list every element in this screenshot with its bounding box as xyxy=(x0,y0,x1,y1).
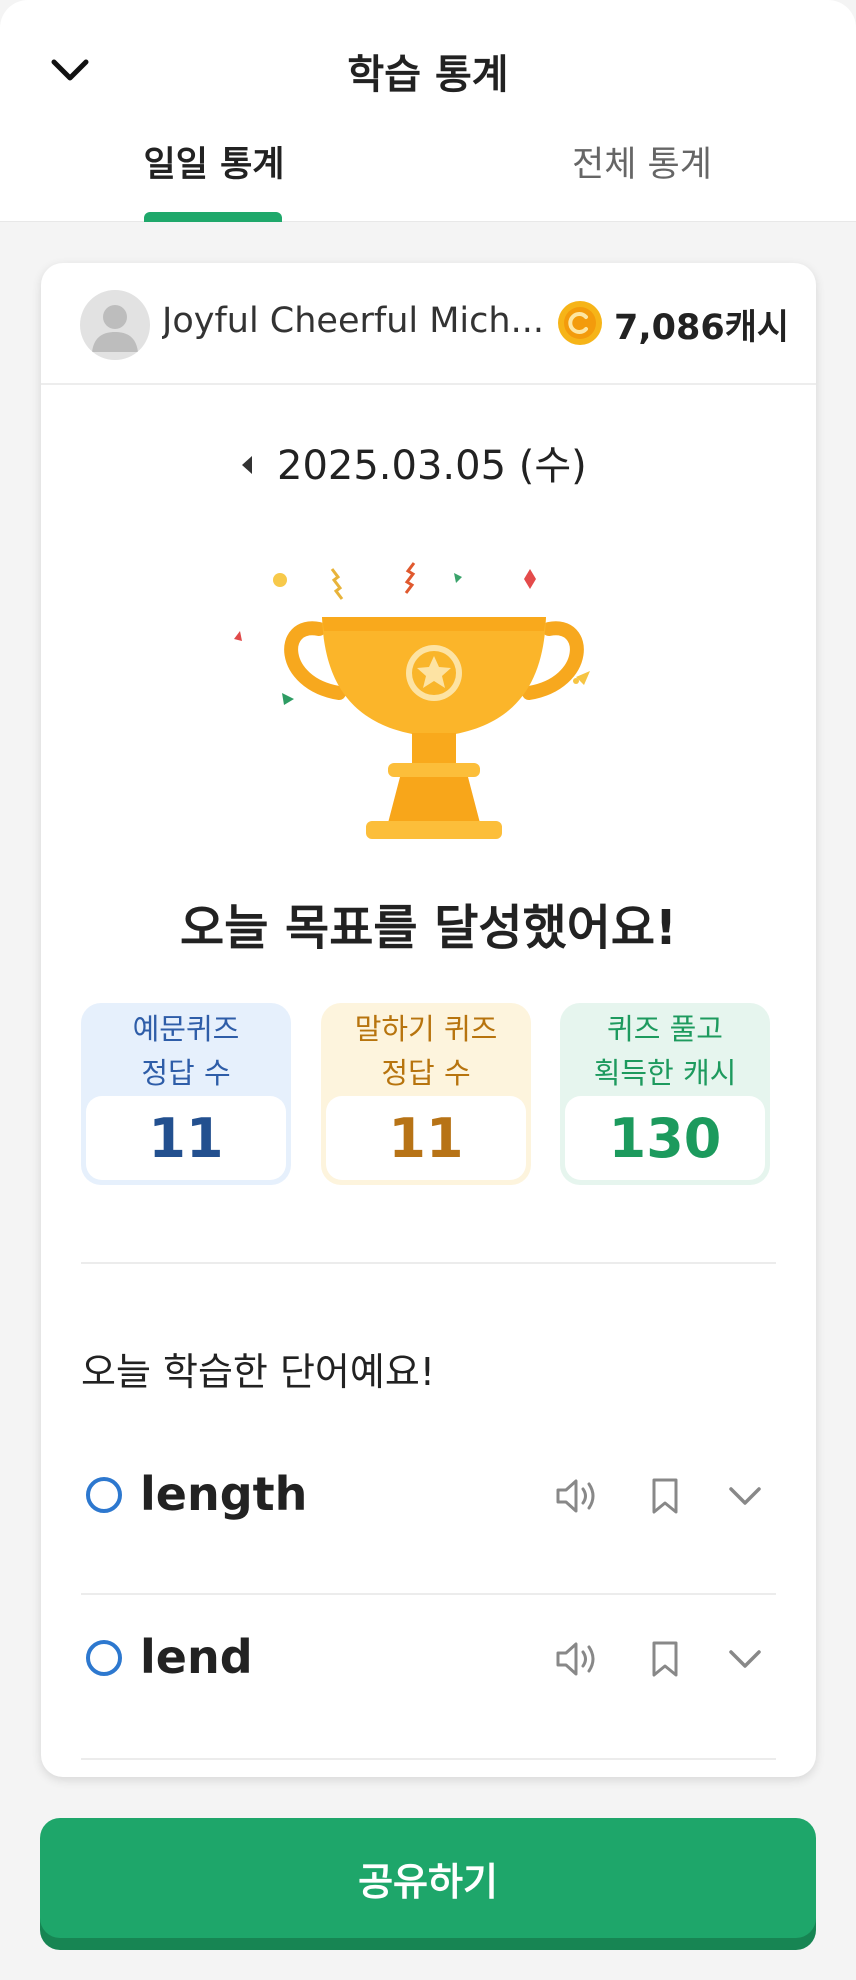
avatar xyxy=(80,290,150,360)
goal-achieved-message: 오늘 목표를 달성했어요! xyxy=(180,900,677,956)
divider xyxy=(81,1262,776,1264)
word-row[interactable]: lend xyxy=(81,1576,776,1740)
status-circle-icon xyxy=(86,1640,122,1676)
previous-date-button[interactable] xyxy=(232,445,262,485)
page-title: 학습 통계 xyxy=(347,52,509,98)
stat-label: 예문퀴즈 xyxy=(132,1012,240,1046)
expand-button[interactable] xyxy=(720,1634,770,1684)
speaker-icon xyxy=(556,1642,595,1676)
bookmark-button[interactable] xyxy=(640,1634,690,1684)
bookmark-button[interactable] xyxy=(640,1471,690,1521)
user-name: Joyful Cheerful Mich... xyxy=(162,301,542,341)
header: 학습 통계 일일 통계 전체 통계 xyxy=(0,0,856,222)
word-row[interactable]: length xyxy=(81,1413,776,1577)
speaker-icon xyxy=(556,1479,595,1513)
speaker-button[interactable] xyxy=(552,1634,602,1684)
share-button[interactable]: 공유하기 xyxy=(40,1818,816,1938)
current-date: 2025.03.05 (수) xyxy=(277,443,587,489)
coin-icon xyxy=(558,301,602,345)
speaking-quiz-stat: 말하기 퀴즈 정답 수 11 xyxy=(321,1003,531,1185)
status-circle-icon xyxy=(86,1477,122,1513)
stat-label: 정답 수 xyxy=(141,1056,231,1090)
word-text: lend xyxy=(140,1630,253,1684)
bookmark-icon xyxy=(652,1641,678,1677)
stat-value: 11 xyxy=(326,1096,526,1180)
expand-button[interactable] xyxy=(720,1471,770,1521)
trophy-icon xyxy=(234,562,590,839)
stat-value: 11 xyxy=(86,1096,286,1180)
speaker-button[interactable] xyxy=(552,1471,602,1521)
stat-label: 퀴즈 풀고 xyxy=(607,1012,723,1046)
daily-stats-card: Joyful Cheerful Mich... 7,086캐시 2025.03.… xyxy=(41,263,816,1777)
example-quiz-stat: 예문퀴즈 정답 수 11 xyxy=(81,1003,291,1185)
stat-label: 말하기 퀴즈 xyxy=(354,1012,498,1046)
cash-balance: 7,086캐시 xyxy=(614,308,790,348)
stat-label: 획득한 캐시 xyxy=(593,1056,737,1090)
stat-value: 130 xyxy=(565,1096,765,1180)
caret-left-icon xyxy=(242,456,252,474)
chevron-down-icon xyxy=(729,1650,761,1668)
divider xyxy=(81,1758,776,1760)
learned-words-title: 오늘 학습한 단어예요! xyxy=(81,1350,436,1394)
bookmark-icon xyxy=(652,1478,678,1514)
chevron-down-icon xyxy=(729,1487,761,1505)
word-text: length xyxy=(140,1467,308,1521)
active-tab-indicator xyxy=(144,212,282,222)
earned-cash-stat: 퀴즈 풀고 획득한 캐시 130 xyxy=(560,1003,770,1185)
tab-total-stats[interactable]: 전체 통계 xyxy=(428,136,856,222)
tab-daily-stats[interactable]: 일일 통계 xyxy=(0,136,428,222)
stat-label: 정답 수 xyxy=(381,1056,471,1090)
profile-row: Joyful Cheerful Mich... 7,086캐시 xyxy=(41,263,816,385)
